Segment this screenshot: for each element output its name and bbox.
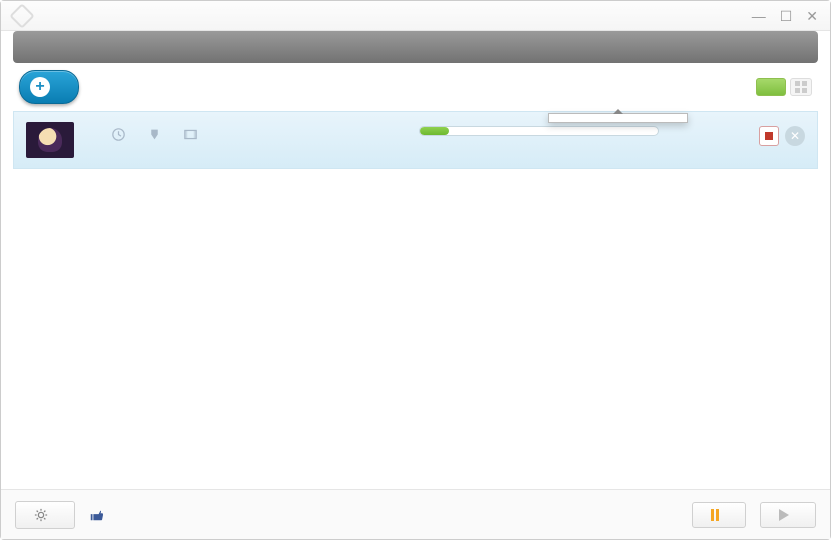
maximize-button[interactable]: ☐	[780, 9, 793, 23]
on-toggle[interactable]	[756, 78, 786, 96]
video-thumbnail	[26, 122, 74, 158]
action-row: +	[1, 63, 830, 111]
dropdown-caret-icon	[613, 109, 623, 114]
grid-icon	[795, 81, 807, 93]
paste-url-button[interactable]: +	[19, 70, 79, 104]
remove-item-button[interactable]: ✕	[785, 126, 805, 146]
format-icon	[184, 128, 197, 141]
progress-bar	[419, 126, 659, 136]
size-icon	[148, 128, 161, 141]
play-icon	[779, 509, 789, 521]
clock-icon	[112, 128, 125, 141]
item-actions: ✕	[759, 126, 805, 146]
like-link[interactable]	[89, 508, 108, 522]
options-button[interactable]	[15, 501, 75, 529]
window-controls: — ☐ ✕	[752, 9, 818, 23]
app-logo-icon	[9, 3, 34, 28]
bottom-bar	[1, 489, 830, 539]
pause-icon	[711, 509, 719, 521]
download-item[interactable]: ✕	[14, 112, 817, 168]
thumbs-up-icon	[89, 508, 103, 522]
close-button[interactable]: ✕	[806, 9, 818, 23]
titlebar: — ☐ ✕	[1, 1, 830, 31]
pause-all-button[interactable]	[692, 502, 746, 528]
resume-all-button[interactable]	[760, 502, 816, 528]
item-meta	[112, 128, 409, 141]
progress-fill	[420, 127, 449, 135]
plus-icon: +	[30, 77, 50, 97]
stop-icon	[765, 132, 773, 140]
progress-area	[419, 126, 749, 144]
convert-dropdown	[548, 113, 688, 123]
stop-button[interactable]	[759, 126, 779, 146]
item-body	[112, 122, 409, 141]
download-list: ✕	[13, 111, 818, 169]
minimize-button[interactable]: —	[752, 9, 766, 23]
grid-view-toggle[interactable]	[790, 78, 812, 96]
menubar	[13, 31, 818, 63]
gear-icon	[34, 508, 48, 522]
source-logo	[84, 124, 102, 142]
